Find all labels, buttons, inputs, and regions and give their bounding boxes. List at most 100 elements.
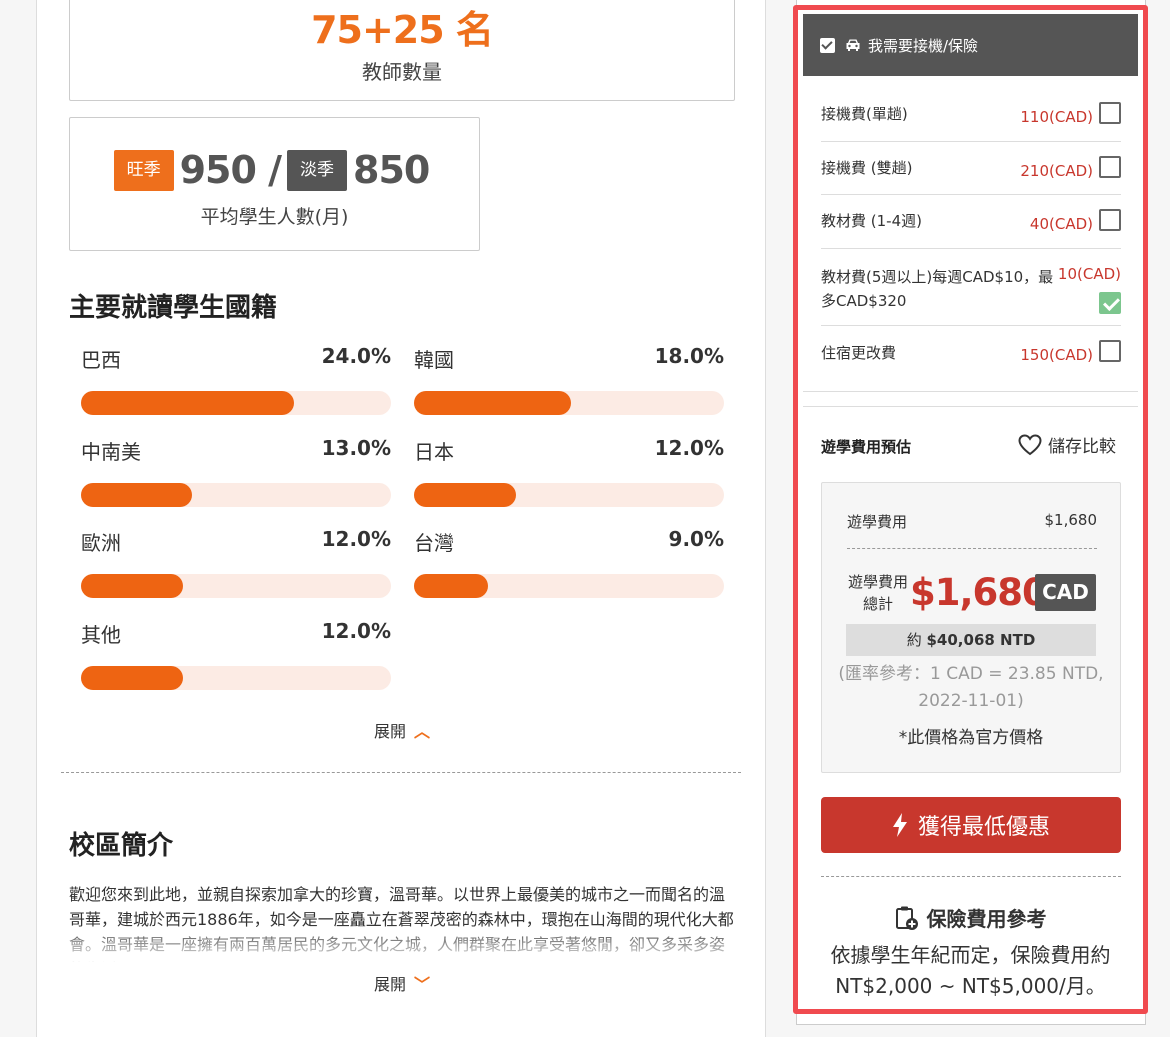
heart-icon bbox=[1018, 433, 1042, 455]
addon-header-label: 我需要接機/保險 bbox=[868, 36, 979, 55]
nationality-bar-fill bbox=[414, 483, 516, 507]
estimate-title: 遊學費用預估 bbox=[821, 438, 912, 456]
section-divider bbox=[803, 391, 1138, 392]
fee-line: 遊學費用 $1,680 bbox=[847, 511, 1097, 532]
nationality-bar-fill bbox=[414, 391, 571, 415]
student-count-card: 旺季 950 / 淡季 850 平均學生人數(月) bbox=[69, 117, 480, 251]
addon-checkbox[interactable] bbox=[1099, 209, 1121, 231]
nationality-bar-fill bbox=[81, 666, 183, 690]
currency-badge: CAD bbox=[1035, 574, 1096, 611]
nationality-percent: 12.0% bbox=[654, 436, 724, 460]
exchange-rate-note: (匯率參考：1 CAD = 23.85 NTD, 2022-11-01) bbox=[838, 664, 1104, 711]
insurance-title-text: 保險費用參考 bbox=[926, 907, 1047, 931]
expand-label: 展開 bbox=[373, 722, 406, 741]
nationality-bar-track bbox=[81, 483, 391, 507]
nationality-percent: 13.0% bbox=[321, 436, 391, 460]
addon-checkbox[interactable] bbox=[1099, 340, 1121, 362]
addon-item[interactable]: 接機費 (雙趟) 210(CAD) bbox=[821, 142, 1121, 195]
nationality-percent: 18.0% bbox=[654, 344, 724, 368]
cta-label: 獲得最低優惠 bbox=[917, 815, 1050, 840]
addon-checkbox[interactable] bbox=[1099, 156, 1121, 178]
addon-name: 接機費 (雙趟) bbox=[821, 159, 913, 177]
nationality-item: 台灣 9.0% bbox=[414, 527, 724, 598]
checkbox-checked-icon[interactable] bbox=[820, 37, 835, 53]
addon-item[interactable]: 教材費 (1-4週) 40(CAD) bbox=[821, 195, 1121, 249]
addon-item[interactable]: 教材費(5週以上)每週CAD$10，最 多CAD$320 10(CAD) bbox=[821, 249, 1121, 326]
chevron-up-icon: ︿ bbox=[414, 722, 431, 741]
nationality-item: 中南美 13.0% bbox=[81, 436, 391, 507]
fee-value: $1,680 bbox=[1044, 511, 1098, 529]
nationality-name: 中南美 bbox=[81, 440, 141, 464]
nationality-bar-track bbox=[414, 574, 724, 598]
off-season-value: 850 bbox=[353, 148, 430, 192]
addon-price: 150(CAD) bbox=[1020, 346, 1093, 364]
ntd-value: $40,068 NTD bbox=[926, 631, 1036, 649]
nationality-item: 其他 12.0% bbox=[81, 619, 391, 690]
student-count-label: 平均學生人數(月) bbox=[200, 206, 349, 228]
ntd-prefix: 約 bbox=[906, 631, 922, 649]
section-divider bbox=[61, 772, 741, 773]
campus-title: 校區簡介 bbox=[69, 831, 174, 861]
addon-price: 10(CAD) bbox=[1057, 265, 1121, 283]
addon-checkbox[interactable] bbox=[1099, 102, 1121, 124]
expand-label: 展開 bbox=[373, 975, 406, 994]
teacher-count-label: 教師數量 bbox=[362, 60, 442, 84]
nationality-bar-track bbox=[414, 391, 724, 415]
addon-toggle-header[interactable]: 我需要接機/保險 bbox=[803, 14, 1138, 76]
insurance-title: 保險費用參考 bbox=[803, 903, 1138, 932]
get-best-offer-button[interactable]: 獲得最低優惠 bbox=[821, 797, 1121, 853]
lightning-icon bbox=[892, 813, 907, 837]
nationality-title: 主要就讀學生國籍 bbox=[69, 293, 278, 323]
nationality-bar-fill bbox=[81, 574, 183, 598]
insurance-description: 依據學生年紀而定，保險費用約NT$2,000 ~ NT$5,000/月。 bbox=[830, 943, 1111, 998]
nationality-percent: 9.0% bbox=[668, 527, 724, 551]
peak-season-tag: 旺季 bbox=[113, 149, 174, 191]
total-label-line: 總計 bbox=[862, 595, 893, 613]
fee-label: 遊學費用 bbox=[847, 513, 908, 531]
addon-list: 接機費(單趟) 110(CAD) 接機費 (雙趟) 210(CAD) 教材費 (… bbox=[821, 88, 1121, 392]
campus-expand-button[interactable]: 展開 ﹀ bbox=[37, 971, 767, 995]
total-label: 遊學費用 總計 bbox=[844, 571, 912, 615]
addon-checkbox-checked[interactable] bbox=[1099, 292, 1121, 314]
nationality-item: 日本 12.0% bbox=[414, 436, 724, 507]
nationality-bar-fill bbox=[81, 391, 294, 415]
nationality-percent: 12.0% bbox=[321, 619, 391, 643]
addon-item[interactable]: 接機費(單趟) 110(CAD) bbox=[821, 88, 1121, 142]
cost-divider bbox=[847, 548, 1097, 549]
total-label-line: 遊學費用 bbox=[847, 573, 908, 591]
nationality-collapse-button[interactable]: 展開 ︿ bbox=[37, 718, 767, 742]
addon-price: 40(CAD) bbox=[1029, 215, 1093, 233]
cost-summary-box: 遊學費用 $1,680 遊學費用總計 $1,680 CAD 約 $40,068 … bbox=[821, 482, 1121, 773]
nationality-bar-track bbox=[81, 666, 391, 690]
chevron-down-icon: ﹀ bbox=[414, 975, 431, 994]
nationality-bar-fill bbox=[414, 574, 488, 598]
addon-name: 住宿更改費 bbox=[821, 344, 897, 362]
addon-name: 接機費(單趟) bbox=[821, 105, 908, 123]
school-info-column: 75+25 名 教師數量 旺季 950 / 淡季 850 平均學生人數(月) 主… bbox=[36, 0, 766, 1037]
nationality-bar-fill bbox=[81, 483, 192, 507]
nationality-percent: 24.0% bbox=[321, 344, 391, 368]
nationality-name: 日本 bbox=[414, 440, 454, 464]
nationality-name: 歐洲 bbox=[81, 531, 121, 555]
section-divider bbox=[803, 406, 1138, 407]
teacher-count-card: 75+25 名 教師數量 bbox=[69, 0, 735, 101]
addon-name-line: 教材費(5週以上)每週CAD$10，最 bbox=[821, 268, 1054, 286]
clipboard-plus-icon bbox=[895, 906, 918, 930]
teacher-count: 75+25 名 bbox=[311, 8, 494, 52]
nationality-name: 巴西 bbox=[81, 348, 121, 372]
addon-price: 110(CAD) bbox=[1020, 108, 1093, 126]
save-compare-button[interactable]: 儲存比較 bbox=[1018, 432, 1116, 457]
nationality-bar-track bbox=[81, 391, 391, 415]
nationality-item: 歐洲 12.0% bbox=[81, 527, 391, 598]
nationality-bar-track bbox=[414, 483, 724, 507]
addon-item[interactable]: 住宿更改費 150(CAD) bbox=[821, 326, 1121, 392]
ntd-conversion: 約 $40,068 NTD bbox=[846, 624, 1096, 656]
addon-price: 210(CAD) bbox=[1020, 162, 1093, 180]
nationality-percent: 12.0% bbox=[321, 527, 391, 551]
nationality-name: 韓國 bbox=[414, 348, 454, 372]
nationality-name: 台灣 bbox=[414, 531, 454, 555]
official-price-note: *此價格為官方價格 bbox=[898, 728, 1044, 748]
addon-name: 教材費 (1-4週) bbox=[821, 212, 922, 230]
section-divider bbox=[821, 876, 1121, 877]
nationality-item: 韓國 18.0% bbox=[414, 344, 724, 415]
